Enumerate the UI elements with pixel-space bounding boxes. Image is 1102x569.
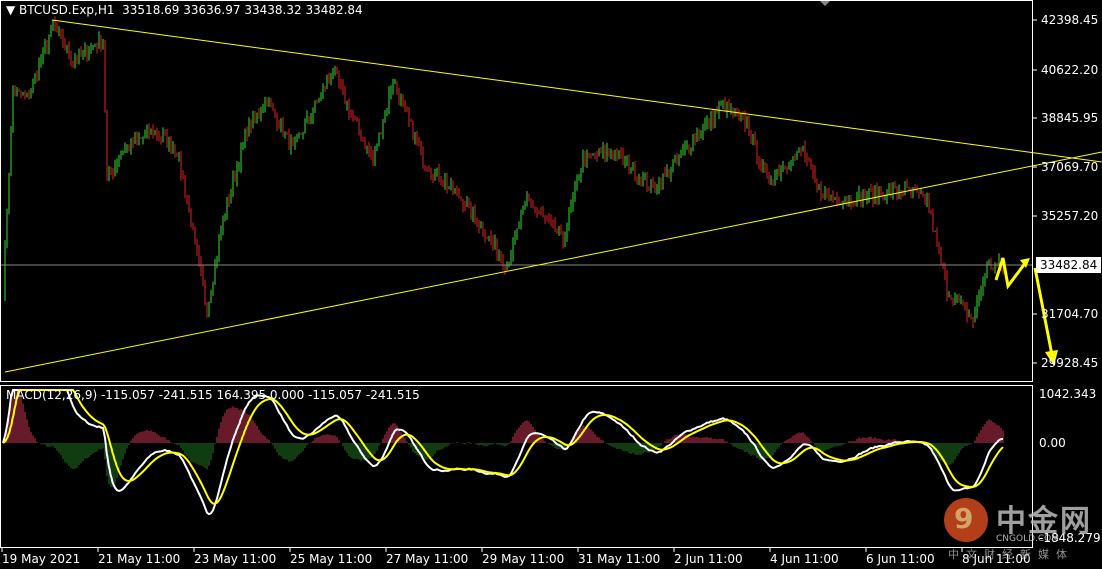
macd-tick-label: 0.00 <box>1039 436 1066 450</box>
open-value: 33518.69 <box>122 3 180 17</box>
macd-tick-label: 1042.343 <box>1039 387 1096 401</box>
time-tick-label: 27 May 11:00 <box>386 552 468 566</box>
symbol-header: ▼ BTCUSD.Exp,H1 33518.69 33636.97 33438.… <box>6 3 363 17</box>
macd-line <box>2 389 1004 516</box>
time-tick-label: 2 Jun 11:00 <box>674 552 743 566</box>
close-value: 33482.84 <box>305 3 363 17</box>
time-tick-label: 25 May 11:00 <box>290 552 372 566</box>
signal-line <box>2 389 1004 505</box>
time-axis: 19 May 2021 21 May 11:00 23 May 11:00 25 Ma… <box>1 548 1031 566</box>
time-tick-label: 31 May 11:00 <box>578 552 660 566</box>
macd-pane-border <box>0 385 1033 548</box>
price-tick-label: 31704.70 <box>1041 307 1098 321</box>
price-tick-label: 38845.95 <box>1041 111 1098 125</box>
price-axis: 42398.45 40622.20 38845.95 37069.70 35257.20… <box>1033 13 1098 370</box>
time-tick-label: 23 May 11:00 <box>194 552 276 566</box>
logo-icon: 9 <box>944 498 988 542</box>
lower-trendline[interactable] <box>4 151 1102 373</box>
current-price-label: 33482.84 <box>1036 257 1102 273</box>
price-tick-label: 42398.45 <box>1041 13 1098 27</box>
logo-tagline: 中文财经新媒体 <box>948 548 1074 561</box>
main-pane-border <box>0 0 1033 382</box>
price-tick-label: 29928.45 <box>1041 356 1098 370</box>
macd-pane <box>2 389 1004 516</box>
high-value: 33636.97 <box>183 3 241 17</box>
logo-site: CNGOLD.COM <box>996 534 1060 544</box>
price-tick-label: 35257.20 <box>1041 209 1098 223</box>
time-tick-label: 21 May 11:00 <box>98 552 180 566</box>
projection-arrow-up <box>994 257 1028 290</box>
symbol-label[interactable]: BTCUSD.Exp,H1 <box>19 3 114 17</box>
time-tick-label: 19 May 2021 <box>2 552 80 566</box>
low-value: 33438.32 <box>244 3 302 17</box>
macd-header: MACD(12,26,9) -115.057 -241.515 164.395 … <box>6 388 420 402</box>
time-tick-label: 29 May 11:00 <box>482 552 564 566</box>
time-tick-label: 4 Jun 11:00 <box>770 552 839 566</box>
upper-trendline[interactable] <box>51 19 1102 163</box>
candles <box>4 16 1004 328</box>
trading-chart[interactable]: 42398.45 40622.20 38845.95 37069.70 35257.20… <box>0 0 1102 569</box>
watermark-logo: 9 中金网 CNGOLD.COM 中文财经新媒体 <box>940 496 1100 566</box>
price-tick-label: 40622.20 <box>1041 63 1098 77</box>
time-tick-label: 6 Jun 11:00 <box>866 552 935 566</box>
price-tick-label: 37069.70 <box>1041 160 1098 174</box>
